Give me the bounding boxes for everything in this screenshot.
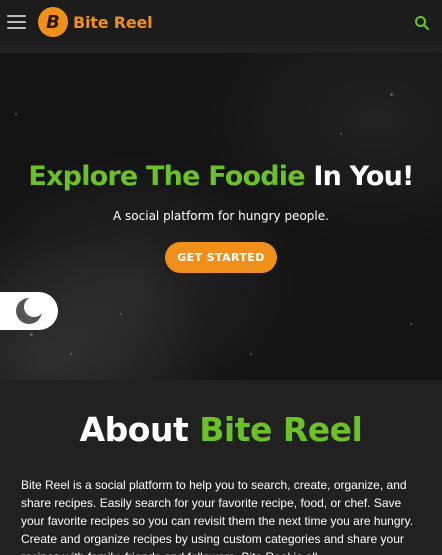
about-paragraph: Bite Reel is a social platform to help y… <box>21 478 413 555</box>
brand-logo-link[interactable]: B Bite Reel <box>38 7 153 37</box>
logo-icon: B <box>38 7 68 37</box>
top-navbar: B Bite Reel <box>0 0 442 45</box>
about-section: About Bite Reel Bite Reel is a social pl… <box>0 380 442 555</box>
hero-title-green: Explore The Foodie <box>28 161 305 192</box>
search-icon[interactable] <box>414 15 430 31</box>
about-title: About Bite Reel <box>0 410 442 449</box>
get-started-button[interactable]: GET STARTED <box>165 242 277 273</box>
hero-banner: Explore The Foodie In You! A social plat… <box>0 53 442 380</box>
hero-title: Explore The Foodie In You! <box>0 161 442 192</box>
theme-toggle-button[interactable] <box>0 292 58 330</box>
hamburger-icon[interactable] <box>7 15 26 30</box>
hero-subtitle: A social platform for hungry people. <box>113 209 329 223</box>
hero-title-white: In You! <box>313 161 414 192</box>
about-title-white: About <box>79 410 189 449</box>
about-title-green: Bite Reel <box>199 410 363 449</box>
moon-icon <box>16 297 44 324</box>
brand-name: Bite Reel <box>73 12 153 32</box>
